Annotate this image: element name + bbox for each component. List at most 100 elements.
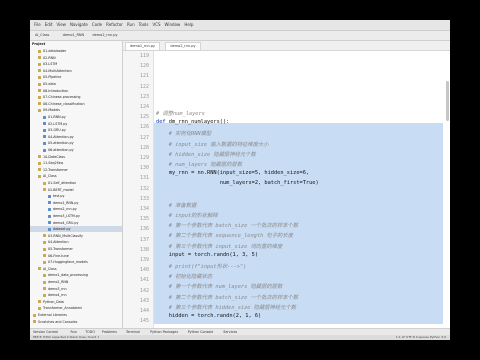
project-tree-item[interactable]: 03-GRU.py — [43, 127, 66, 133]
comment-line[interactable]: # 准备数据 — [156, 201, 197, 209]
comment-line[interactable]: # 第三个参数代表 hidden_size 隐藏层神经元个数 — [156, 303, 296, 311]
menu-item-refactor[interactable]: Refactor — [106, 22, 123, 27]
project-tree-item[interactable]: 11-Seq2Seq — [38, 160, 63, 166]
tree-item-label: Python_Data — [43, 299, 64, 304]
menu-item-file[interactable]: File — [34, 22, 41, 27]
folder-icon — [38, 69, 41, 73]
menu-item-window[interactable]: Window — [165, 22, 181, 27]
comment-line[interactable]: # num_layers 隐藏层的层数 — [156, 160, 242, 168]
project-tree-item[interactable]: 10-DateClass — [38, 154, 65, 160]
project-tree-item[interactable]: Transformer_Annotated — [38, 305, 82, 311]
project-tree-item[interactable]: 04-Attention — [43, 239, 69, 245]
menu-item-view[interactable]: View — [56, 22, 66, 27]
project-tree-item[interactable]: 03-RNN_MultiClassify — [43, 233, 83, 239]
project-tree-item[interactable]: 07-Chinese-processing — [38, 94, 81, 100]
project-tree-item[interactable]: demo1_RNN.py — [48, 200, 78, 206]
project-tree-item[interactable]: 04-MultiAttention — [38, 68, 72, 74]
breadcrumb-item[interactable]: AI_Class — [32, 32, 52, 39]
code-line[interactable]: def dm_rnn_numlayers(): — [156, 119, 229, 125]
project-tree-item[interactable]: dataset.py — [30, 226, 122, 233]
tree-item-label: 12-Transformer — [43, 167, 68, 172]
project-tree-item[interactable]: 03-LSTM — [38, 61, 57, 67]
menu-item-edit[interactable]: Edit — [45, 22, 53, 27]
comment-line[interactable]: # input_size 输入数据的特征维度大小 — [156, 140, 269, 148]
tree-item-label: 05-Transformer — [48, 247, 73, 251]
project-tree-item[interactable]: 07-Huggingface_models — [43, 259, 88, 265]
editor-tab[interactable]: demo1_rnn.py — [125, 42, 161, 50]
comment-line[interactable]: # 第一个参数代表 num_layers 隐藏层的层数 — [156, 282, 283, 290]
code-editor[interactable]: demo1_rnn.py demo2_rnn.py 119 120 121 122 123… — [123, 41, 450, 328]
project-tree-item[interactable]: 02-RNN — [38, 55, 56, 61]
line-number: 119 — [139, 53, 149, 59]
folder-icon — [38, 49, 41, 53]
line-number: 144 — [139, 308, 149, 314]
comment-line[interactable]: # input的形状解释 — [156, 211, 218, 219]
project-tree-item[interactable]: 06-Fine-tune — [43, 253, 69, 259]
comment-line[interactable]: # print(f"input形状--->") — [156, 262, 247, 270]
project-tree-item[interactable]: 01-RNN.py — [43, 114, 66, 120]
python-file-icon — [48, 227, 51, 231]
menu-item-run[interactable]: Run — [127, 22, 135, 27]
comment-line[interactable]: # 初始化隐藏状态 — [156, 272, 212, 280]
code-line[interactable]: my_rnn = nn.RNN(input_size=5, hidden_siz… — [156, 170, 309, 176]
tree-item-label: 06-Fine-tune — [48, 253, 69, 258]
project-tree-item[interactable]: 05-Pipeline — [38, 74, 61, 80]
project-tree-item[interactable]: AI_Class — [38, 173, 57, 179]
breadcrumb-item[interactable]: demo2_rnn.py — [89, 32, 120, 39]
menu-item-vcs[interactable]: VCS — [152, 22, 160, 27]
code-line[interactable]: hidden = torch.randn(2, 1, 6) — [156, 313, 262, 319]
project-tree-item[interactable]: demo1_data_processing — [43, 272, 88, 278]
code-line[interactable]: num_layers=2, batch_first=True) — [156, 180, 319, 186]
menu-item-tools[interactable]: Tools — [139, 22, 149, 27]
project-tree-item[interactable]: demo2_RNN — [43, 279, 68, 285]
project-tree-item[interactable]: 01-dataloader — [38, 48, 66, 54]
project-tree-item[interactable]: 01-Self_attention — [43, 180, 76, 186]
project-tree-item[interactable]: test.py — [48, 193, 64, 199]
comment-line[interactable]: # 第一个参数代表 batch_size 一个批次的样本个数 — [156, 221, 298, 229]
comment-line[interactable]: # 第三个参数代表 input_size 词向量的维度 — [156, 242, 283, 250]
project-tree-item[interactable]: AI_Class — [38, 266, 57, 272]
editor-scrollbar[interactable] — [446, 81, 449, 121]
project-tree-item[interactable]: demo2_rnn.py — [48, 206, 77, 212]
status-bar: PEP 8: E302 expected 2 blank lines, foun… — [30, 335, 450, 340]
comment-line[interactable]: # 第二个参数代表 sequence_length 句子的长度 — [156, 231, 293, 239]
project-tree-item[interactable]: 02-LSTM.py — [43, 121, 67, 127]
comment-line[interactable]: # 第二个参数代表 batch_size 一个批次的样本个数 — [156, 293, 298, 301]
tree-item-label: 04-Attention — [48, 240, 69, 245]
project-tree-item[interactable]: 12-Transformer — [38, 167, 68, 173]
comment-line[interactable]: # 调整num_layers — [156, 109, 205, 117]
tree-item-label: 02-RNN — [43, 55, 56, 60]
project-tree-item[interactable]: demo4_GRU.py — [48, 220, 78, 226]
project-tree-item[interactable]: demo3_LSTM.py — [48, 213, 80, 219]
project-tree-item[interactable]: 06-attention.py — [43, 147, 74, 153]
menu-item-navigate[interactable]: Navigate — [70, 22, 88, 27]
project-tree-item[interactable]: demo3_rnn — [43, 286, 67, 292]
editor-tab[interactable]: demo2_rnn.py — [165, 42, 201, 50]
project-tree-item[interactable]: 05-Transformer — [43, 246, 73, 252]
menu-item-help[interactable]: Help — [184, 22, 193, 27]
project-tree-item[interactable]: Python_Data — [38, 299, 64, 305]
code-line[interactable]: input = torch.randn(1, 3, 5) — [156, 252, 258, 258]
ide-window: File Edit View Navigate Code Refactor Run Tools… — [30, 20, 450, 340]
project-panel-header[interactable]: Project — [32, 41, 45, 47]
project-tree-item[interactable]: demo4_rnn — [43, 292, 67, 298]
line-number: 123 — [139, 93, 149, 100]
comment-line[interactable]: # hidden_size 隐藏层神经元个数 — [156, 150, 256, 158]
project-tree-item[interactable]: 04-Attention.py — [43, 134, 74, 140]
project-tree-item[interactable]: 05-data — [38, 81, 56, 87]
python-file-icon — [43, 115, 46, 119]
project-tree-item[interactable]: 05-attention.py — [43, 140, 74, 146]
tree-item-label: Transformer_Annotated — [43, 306, 82, 311]
breadcrumb-item[interactable]: demo1_RNN — [60, 32, 88, 39]
folder-icon — [43, 280, 46, 284]
tree-item-label: 05-data — [43, 82, 56, 86]
project-tree-item[interactable]: 06-Introduction — [38, 88, 68, 94]
project-tree-item[interactable]: External Libraries — [33, 312, 67, 318]
folder-icon — [38, 108, 41, 112]
project-tree-item[interactable]: 02-BERT_model — [43, 187, 74, 193]
project-tree-item[interactable]: 09-Models — [38, 107, 60, 113]
project-tree-item[interactable]: 08-Chinese_classification — [38, 101, 85, 107]
project-tree-item[interactable]: Scratches and Consoles — [33, 319, 77, 325]
menu-item-code[interactable]: Code — [92, 22, 102, 27]
comment-line[interactable]: # 实例化RNN模型 — [156, 129, 211, 137]
